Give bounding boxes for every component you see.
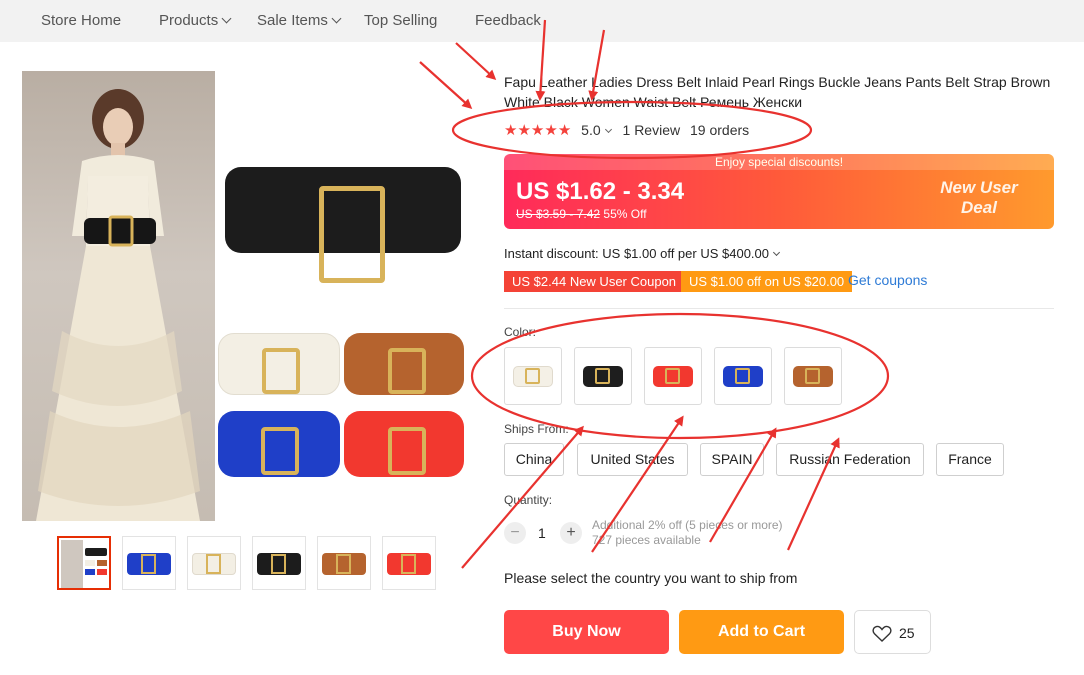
thumbnail-white[interactable]	[187, 536, 241, 590]
current-price: US $1.62 - 3.34	[516, 178, 685, 205]
color-option-red[interactable]	[644, 347, 702, 405]
chevron-down-icon	[331, 13, 342, 24]
product-title: Fapu Leather Ladies Dress Belt Inlaid Pe…	[504, 74, 1051, 110]
section-divider	[504, 308, 1054, 309]
belt-buckle	[319, 186, 385, 283]
main-product-image[interactable]	[22, 71, 464, 521]
coupon-order-discount[interactable]: US $1.00 off on US $20.00	[681, 271, 853, 292]
color-option-black[interactable]	[574, 347, 632, 405]
rating-number: 5.0	[581, 122, 601, 138]
color-option-blue[interactable]	[714, 347, 772, 405]
ship-option-france[interactable]: France	[936, 443, 1004, 476]
star-icon: ★	[504, 122, 518, 139]
ship-option-spain[interactable]: SPAIN	[700, 443, 764, 476]
nav-store-home[interactable]: Store Home	[41, 12, 121, 29]
discount-percent: 55% Off	[603, 207, 647, 221]
chevron-down-icon	[221, 13, 232, 24]
add-to-cart-button[interactable]: Add to Cart	[679, 610, 844, 654]
belt-buckle	[261, 427, 299, 475]
belt-buckle	[388, 427, 426, 475]
nav-feedback[interactable]: Feedback	[475, 12, 541, 29]
quantity-value[interactable]: 1	[538, 525, 546, 541]
model-illustration	[36, 89, 200, 521]
instant-discount-text: Instant discount: US $1.00 off per US $4…	[504, 246, 769, 261]
model-photo	[22, 71, 215, 521]
star-icon: ★	[557, 122, 572, 139]
rating-value[interactable]: 5.0	[581, 122, 612, 138]
thumbnail-brown[interactable]	[317, 536, 371, 590]
nav-top-selling-label: Top Selling	[364, 12, 438, 29]
buy-now-button[interactable]: Buy Now	[504, 610, 669, 654]
color-option-brown[interactable]	[784, 347, 842, 405]
nav-products-label: Products	[159, 12, 219, 29]
rating-row: ★★★★★ 5.0 1 Review 19 orders	[504, 121, 749, 139]
instant-discount[interactable]: Instant discount: US $1.00 off per US $4…	[504, 246, 781, 261]
quantity-info: Additional 2% off (5 pieces or more) 727…	[592, 518, 783, 548]
thumbnail-black[interactable]	[252, 536, 306, 590]
price-banner: Enjoy special discounts! US $1.62 - 3.34…	[504, 154, 1054, 229]
thumbnail-blue[interactable]	[122, 536, 176, 590]
wishlist-count: 25	[899, 625, 915, 641]
discount-banner-text: Enjoy special discounts!	[504, 154, 1054, 170]
thumbnail-red[interactable]	[382, 536, 436, 590]
quantity-minus-button[interactable]: −	[504, 522, 526, 544]
nav-store-home-label: Store Home	[41, 12, 122, 29]
store-nav-bar: Store Home Products Sale Items Top Selli…	[0, 0, 1084, 42]
select-country-notice: Please select the country you want to sh…	[504, 570, 798, 586]
heart-icon	[872, 625, 892, 642]
chevron-down-icon	[772, 248, 781, 257]
ships-from-label: Ships From:	[504, 422, 569, 436]
original-price-row: US $3.59 - 7.42 55% Off	[516, 207, 647, 221]
wishlist-button[interactable]: 25	[854, 610, 931, 654]
bulk-discount-note: Additional 2% off (5 pieces or more)	[592, 518, 783, 532]
color-label: Color:	[504, 325, 537, 339]
nav-sale-items[interactable]: Sale Items	[257, 12, 342, 29]
chevron-down-icon	[604, 125, 612, 134]
quantity-label: Quantity:	[504, 493, 553, 507]
coupon-new-user[interactable]: US $2.44 New User Coupon	[504, 271, 685, 292]
nav-products[interactable]: Products	[159, 12, 232, 29]
new-user-deal-badge: New User Deal	[940, 178, 1018, 217]
belt-buckle	[388, 348, 426, 394]
reviews-link[interactable]: 1 Review	[623, 122, 681, 138]
quantity-plus-button[interactable]: +	[560, 522, 582, 544]
star-icon: ★	[517, 122, 531, 139]
thumbnail-model[interactable]	[57, 536, 111, 590]
ship-option-russia[interactable]: Russian Federation	[776, 443, 924, 476]
star-icon: ★	[544, 122, 558, 139]
pieces-available: 727 pieces available	[592, 533, 701, 547]
get-coupons-link[interactable]: Get coupons	[848, 272, 927, 288]
nav-top-selling[interactable]: Top Selling	[364, 12, 437, 29]
orders-count: 19 orders	[690, 122, 750, 138]
star-icon: ★	[530, 122, 545, 139]
color-option-white[interactable]	[504, 347, 562, 405]
ship-option-china[interactable]: China	[504, 443, 564, 476]
belt-buckle	[262, 348, 300, 394]
nav-feedback-label: Feedback	[475, 12, 541, 29]
original-price: US $3.59 - 7.42	[516, 207, 601, 221]
annotation-arrow	[455, 42, 497, 81]
ship-option-united-states[interactable]: United States	[577, 443, 688, 476]
nav-sale-items-label: Sale Items	[257, 12, 328, 29]
